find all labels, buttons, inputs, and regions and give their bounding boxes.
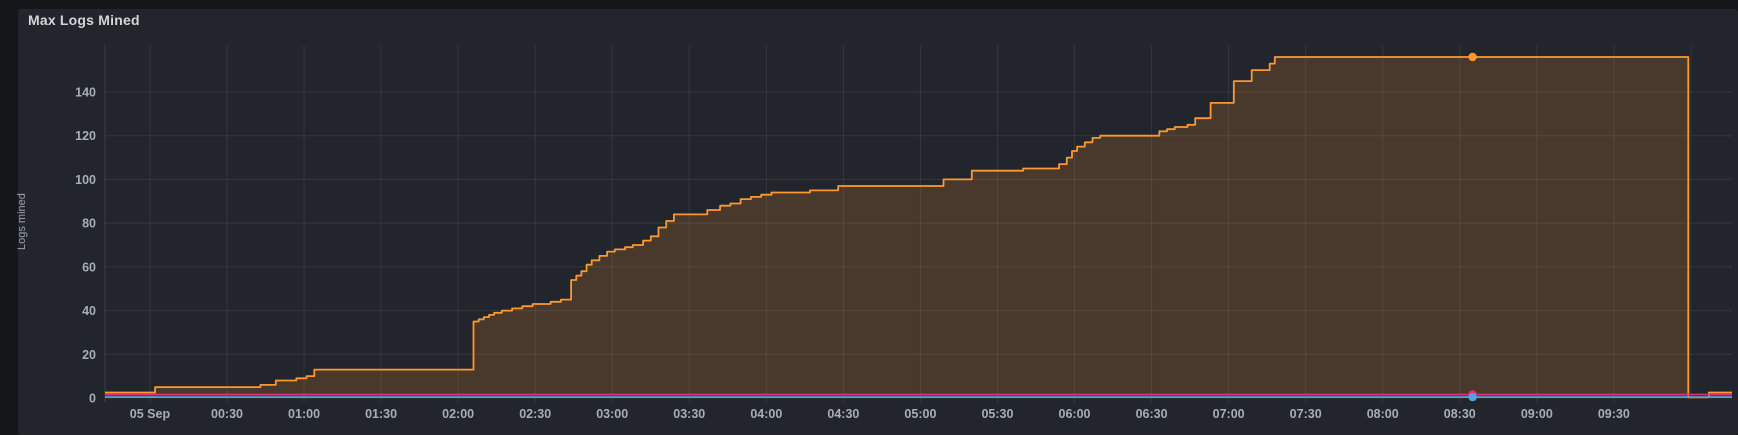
y-axis-label: Logs mined (16, 193, 28, 250)
x-tick-label: 04:00 (750, 407, 782, 421)
y-tick-label: 80 (82, 217, 96, 231)
point-marker[interactable] (1468, 392, 1477, 402)
x-tick-label: 05:30 (981, 407, 1013, 421)
x-tick-label: 03:00 (596, 407, 628, 421)
x-tick-label: 01:00 (288, 407, 320, 421)
time-series-chart[interactable]: 05 Sep 00:30 01:00 01:30 02:00 02:30 03:00 03:3… (0, 0, 1738, 435)
point-marker[interactable] (1468, 52, 1477, 62)
x-tick-label: 05 Sep (130, 407, 171, 421)
x-tick-label: 00:30 (211, 407, 243, 421)
x-tick-label: 08:00 (1367, 407, 1399, 421)
x-tick-label: 09:30 (1598, 407, 1630, 421)
y-tick-label: 40 (82, 304, 96, 318)
x-tick-label: 02:00 (442, 407, 474, 421)
series-area (105, 57, 1732, 398)
x-tick-label: 08:30 (1444, 407, 1476, 421)
dashboard-canvas: { "panel": { "title": "Max Logs Mined" }… (0, 0, 1738, 435)
x-tick-label: 09:00 (1521, 407, 1553, 421)
y-tick-label: 140 (75, 86, 96, 100)
x-tick-label: 05:00 (904, 407, 936, 421)
x-tick-label: 02:30 (519, 407, 551, 421)
y-tick-label: 120 (75, 129, 96, 143)
y-tick-label: 60 (82, 260, 96, 274)
y-tick-label: 0 (89, 392, 96, 406)
x-tick-label: 03:30 (673, 407, 705, 421)
y-tick-label: 100 (75, 173, 96, 187)
panel-title[interactable]: Max Logs Mined (28, 12, 140, 28)
x-tick-label: 07:00 (1213, 407, 1245, 421)
x-tick-label: 06:00 (1059, 407, 1091, 421)
x-tick-label: 06:30 (1136, 407, 1168, 421)
x-tick-label: 04:30 (827, 407, 859, 421)
y-tick-label: 20 (82, 348, 96, 362)
x-tick-label: 01:30 (365, 407, 397, 421)
x-tick-label: 07:30 (1290, 407, 1322, 421)
